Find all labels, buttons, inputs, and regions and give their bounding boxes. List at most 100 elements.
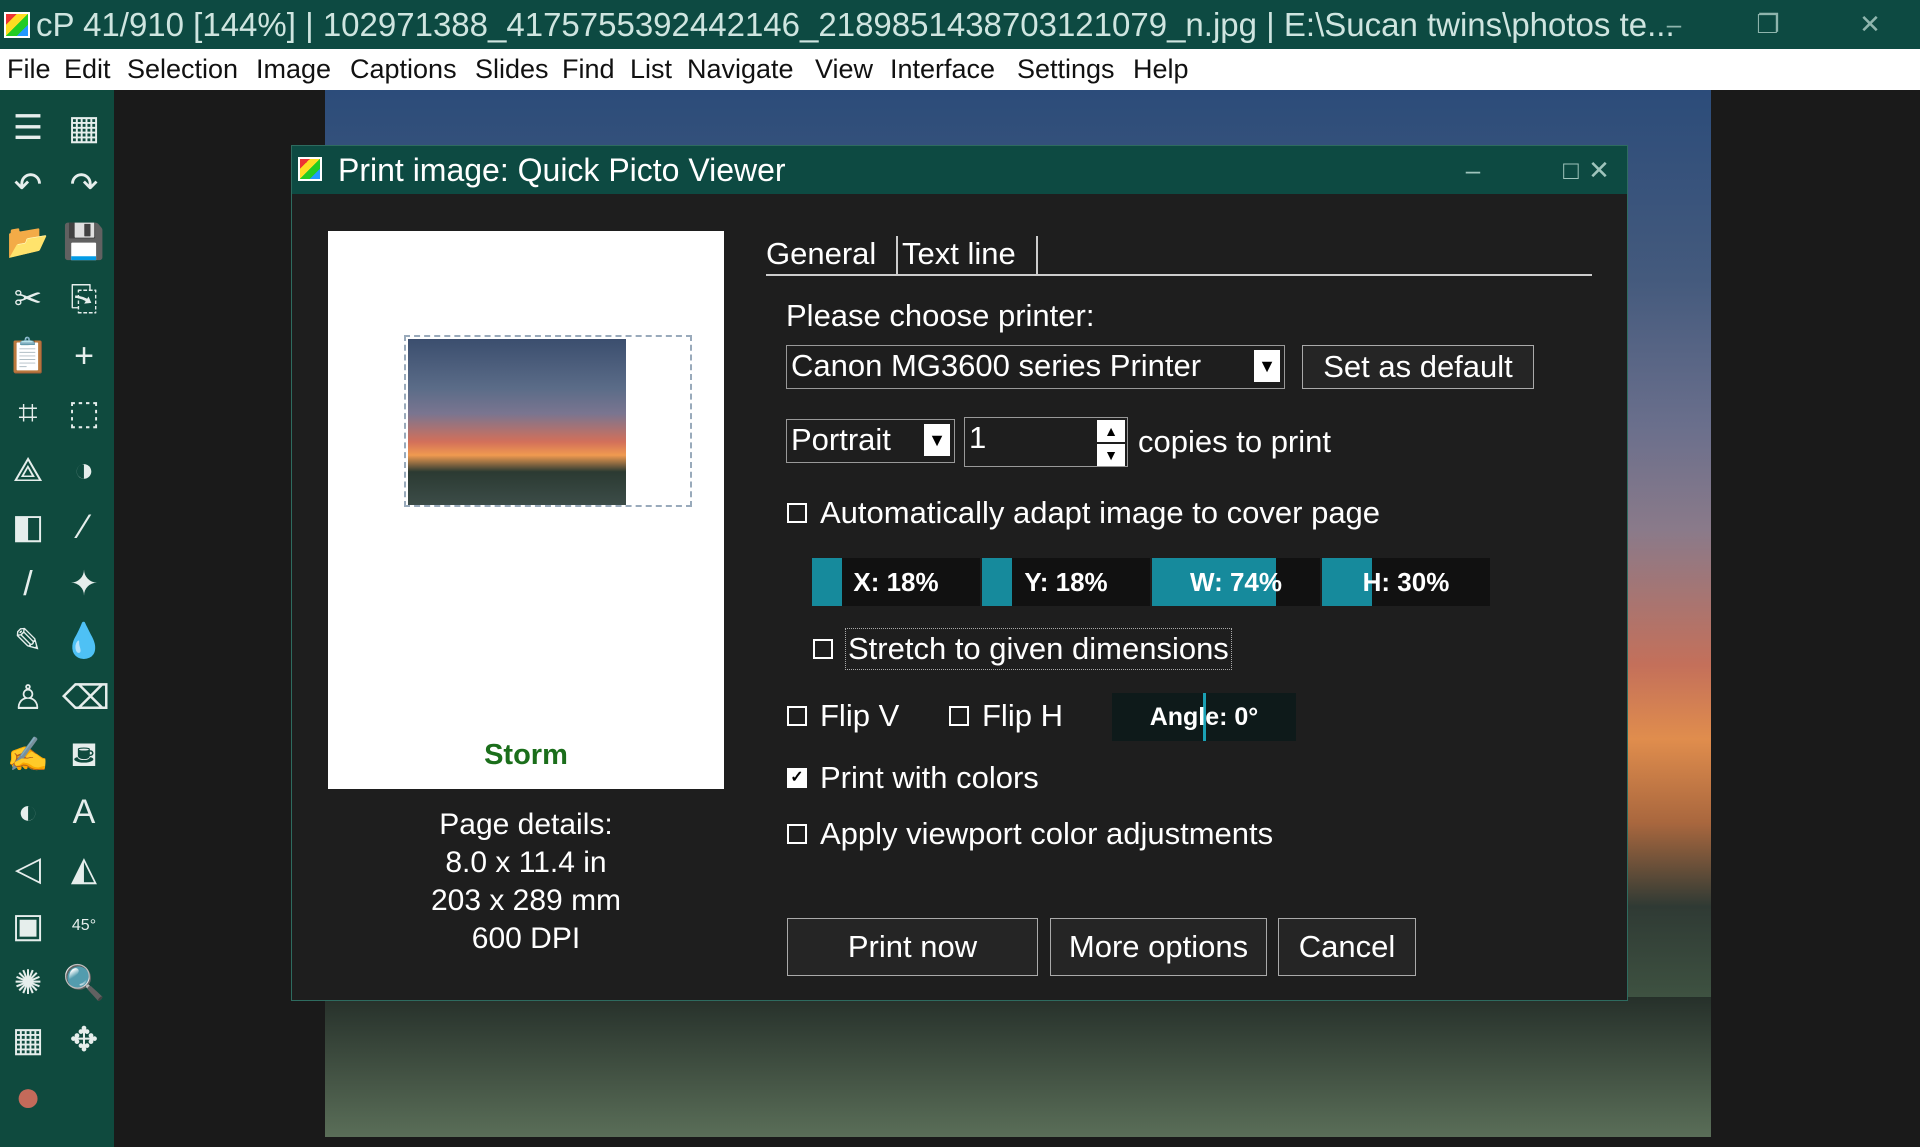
rotate-45-icon[interactable]: 45° (62, 904, 106, 948)
shapes-icon[interactable]: ◧ (6, 505, 50, 549)
print-preview-page: Storm (328, 231, 724, 789)
crop-icon[interactable]: ⌗ (6, 391, 50, 435)
menu-find[interactable]: Find (562, 49, 615, 90)
copies-stepper[interactable]: 1 ▲ ▼ (964, 417, 1128, 467)
y-slider-value: Y: 18% (1024, 567, 1108, 597)
paste-icon[interactable]: 📋 (6, 334, 50, 378)
more-options-button[interactable]: More options (1050, 918, 1267, 976)
menu-file[interactable]: File (7, 49, 51, 90)
menu-captions[interactable]: Captions (350, 49, 457, 90)
menu-list-icon[interactable]: ☰ (6, 106, 50, 150)
open-folder-icon[interactable]: 📂 (6, 220, 50, 264)
preview-caption: Storm (484, 739, 568, 771)
redo-icon[interactable]: ↷ (62, 163, 106, 207)
dialog-tabs: General Text line (766, 234, 1592, 276)
width-slider[interactable]: W: 74% (1152, 558, 1320, 606)
dialog-titlebar: Print image: Quick Picto Viewer – □ ✕ (292, 146, 1627, 194)
close-button[interactable]: ✕ (1830, 0, 1910, 49)
spin-down-icon[interactable]: ▼ (1097, 444, 1125, 466)
menu-selection[interactable]: Selection (127, 49, 238, 90)
brush-icon[interactable]: / (6, 562, 50, 606)
menu-image[interactable]: Image (256, 49, 331, 90)
print-now-label: Print now (847, 929, 978, 964)
color-settings-icon[interactable]: ✺ (6, 961, 50, 1005)
copies-value: 1 (969, 420, 987, 455)
save-icon[interactable]: 💾 (62, 220, 106, 264)
page-details: Page details: 8.0 x 11.4 in 203 x 289 mm… (328, 806, 724, 958)
shape-blend-icon[interactable]: ◑ (62, 448, 106, 492)
menu-help[interactable]: Help (1133, 49, 1189, 90)
contrast-icon[interactable]: ◐ (6, 790, 50, 834)
flip-h-label: Flip H (982, 698, 1063, 733)
height-slider[interactable]: H: 30% (1322, 558, 1490, 606)
copies-label: copies to print (1138, 424, 1331, 459)
printer-select[interactable]: Canon MG3600 series Printer ▼ (786, 345, 1285, 389)
menu-interface[interactable]: Interface (890, 49, 995, 90)
color-swatch-icon[interactable]: ● (6, 1075, 50, 1119)
orientation-select[interactable]: Portrait ▼ (786, 419, 955, 463)
tab-text-line[interactable]: Text line (902, 234, 1016, 274)
image-adjust-icon[interactable]: ▣ (6, 904, 50, 948)
grid-view-icon[interactable]: ▦ (62, 106, 106, 150)
dialog-minimize-button[interactable]: – (1438, 146, 1508, 194)
menu-view[interactable]: View (815, 49, 873, 90)
grid-icon[interactable]: ▦ (6, 1018, 50, 1062)
paint-bucket-icon[interactable]: ⛾ (62, 733, 106, 777)
fill-brush-icon[interactable]: ✍ (6, 733, 50, 777)
cancel-label: Cancel (1298, 929, 1396, 964)
minimize-button[interactable]: – (1634, 0, 1714, 49)
menu-list[interactable]: List (630, 49, 672, 90)
flip-icon[interactable]: ◭ (62, 847, 106, 891)
move-icon[interactable]: ✥ (62, 1018, 106, 1062)
x-slider-value: X: 18% (853, 567, 939, 597)
print-colors-label: Print with colors (820, 760, 1039, 795)
page-size-inches: 8.0 x 11.4 in (445, 846, 607, 879)
cut-icon[interactable]: ✂ (6, 277, 50, 321)
spin-up-icon[interactable]: ▲ (1097, 420, 1125, 442)
set-default-button[interactable]: Set as default (1302, 345, 1534, 389)
menu-slides[interactable]: Slides (475, 49, 549, 90)
vector-select-icon[interactable]: ⟁ (6, 448, 50, 492)
tab-separator (1036, 236, 1038, 276)
cancel-button[interactable]: Cancel (1278, 918, 1416, 976)
eraser-icon[interactable]: ⌫ (62, 676, 110, 720)
eyedropper-icon[interactable]: ⁄ (62, 505, 106, 549)
dialog-close-button[interactable]: ✕ (1577, 146, 1621, 194)
select-rect-icon[interactable]: ⬚ (62, 391, 106, 435)
tab-separator (896, 236, 898, 276)
stamp-icon[interactable]: ♙ (6, 676, 50, 720)
undo-icon[interactable]: ↶ (6, 163, 50, 207)
menu-settings[interactable]: Settings (1017, 49, 1115, 90)
print-colors-checkbox[interactable]: ✓ (787, 768, 807, 788)
set-default-label: Set as default (1323, 349, 1513, 384)
auto-adapt-label: Automatically adapt image to cover page (820, 495, 1381, 530)
flip-v-checkbox[interactable] (787, 706, 807, 726)
print-dialog: Print image: Quick Picto Viewer – □ ✕ St… (291, 145, 1628, 1001)
page-dpi: 600 DPI (471, 922, 581, 955)
zoom-icon[interactable]: 🔍 (62, 961, 106, 1005)
magic-brush-icon[interactable]: ✦ (62, 562, 106, 606)
stretch-checkbox[interactable] (813, 639, 833, 659)
text-tool-icon[interactable]: A (62, 790, 106, 834)
tab-general[interactable]: General (766, 234, 876, 274)
dialog-app-icon (298, 157, 322, 181)
y-position-slider[interactable]: Y: 18% (982, 558, 1150, 606)
window-title: cP 41/910 [144%] | 102971388_41757553924… (36, 6, 1675, 43)
h-slider-value: H: 30% (1362, 567, 1450, 597)
restore-button[interactable]: ❐ (1728, 0, 1808, 49)
x-position-slider[interactable]: X: 18% (812, 558, 980, 606)
pen-icon[interactable]: ✎ (6, 619, 50, 663)
window-titlebar: cP 41/910 [144%] | 102971388_41757553924… (0, 0, 1920, 49)
menu-navigate[interactable]: Navigate (687, 49, 794, 90)
menu-edit[interactable]: Edit (64, 49, 111, 90)
copy-icon[interactable]: ⎘ (62, 277, 106, 321)
perspective-icon[interactable]: ◁ (6, 847, 50, 891)
angle-value: Angle: 0° (1149, 703, 1259, 731)
flip-h-checkbox[interactable] (949, 706, 969, 726)
blur-drop-icon[interactable]: 💧 (62, 619, 106, 663)
viewport-adjust-checkbox[interactable] (787, 824, 807, 844)
new-document-icon[interactable]: + (62, 334, 106, 378)
angle-slider[interactable]: Angle: 0° (1112, 693, 1296, 741)
print-now-button[interactable]: Print now (787, 918, 1038, 976)
auto-adapt-checkbox[interactable] (787, 503, 807, 523)
